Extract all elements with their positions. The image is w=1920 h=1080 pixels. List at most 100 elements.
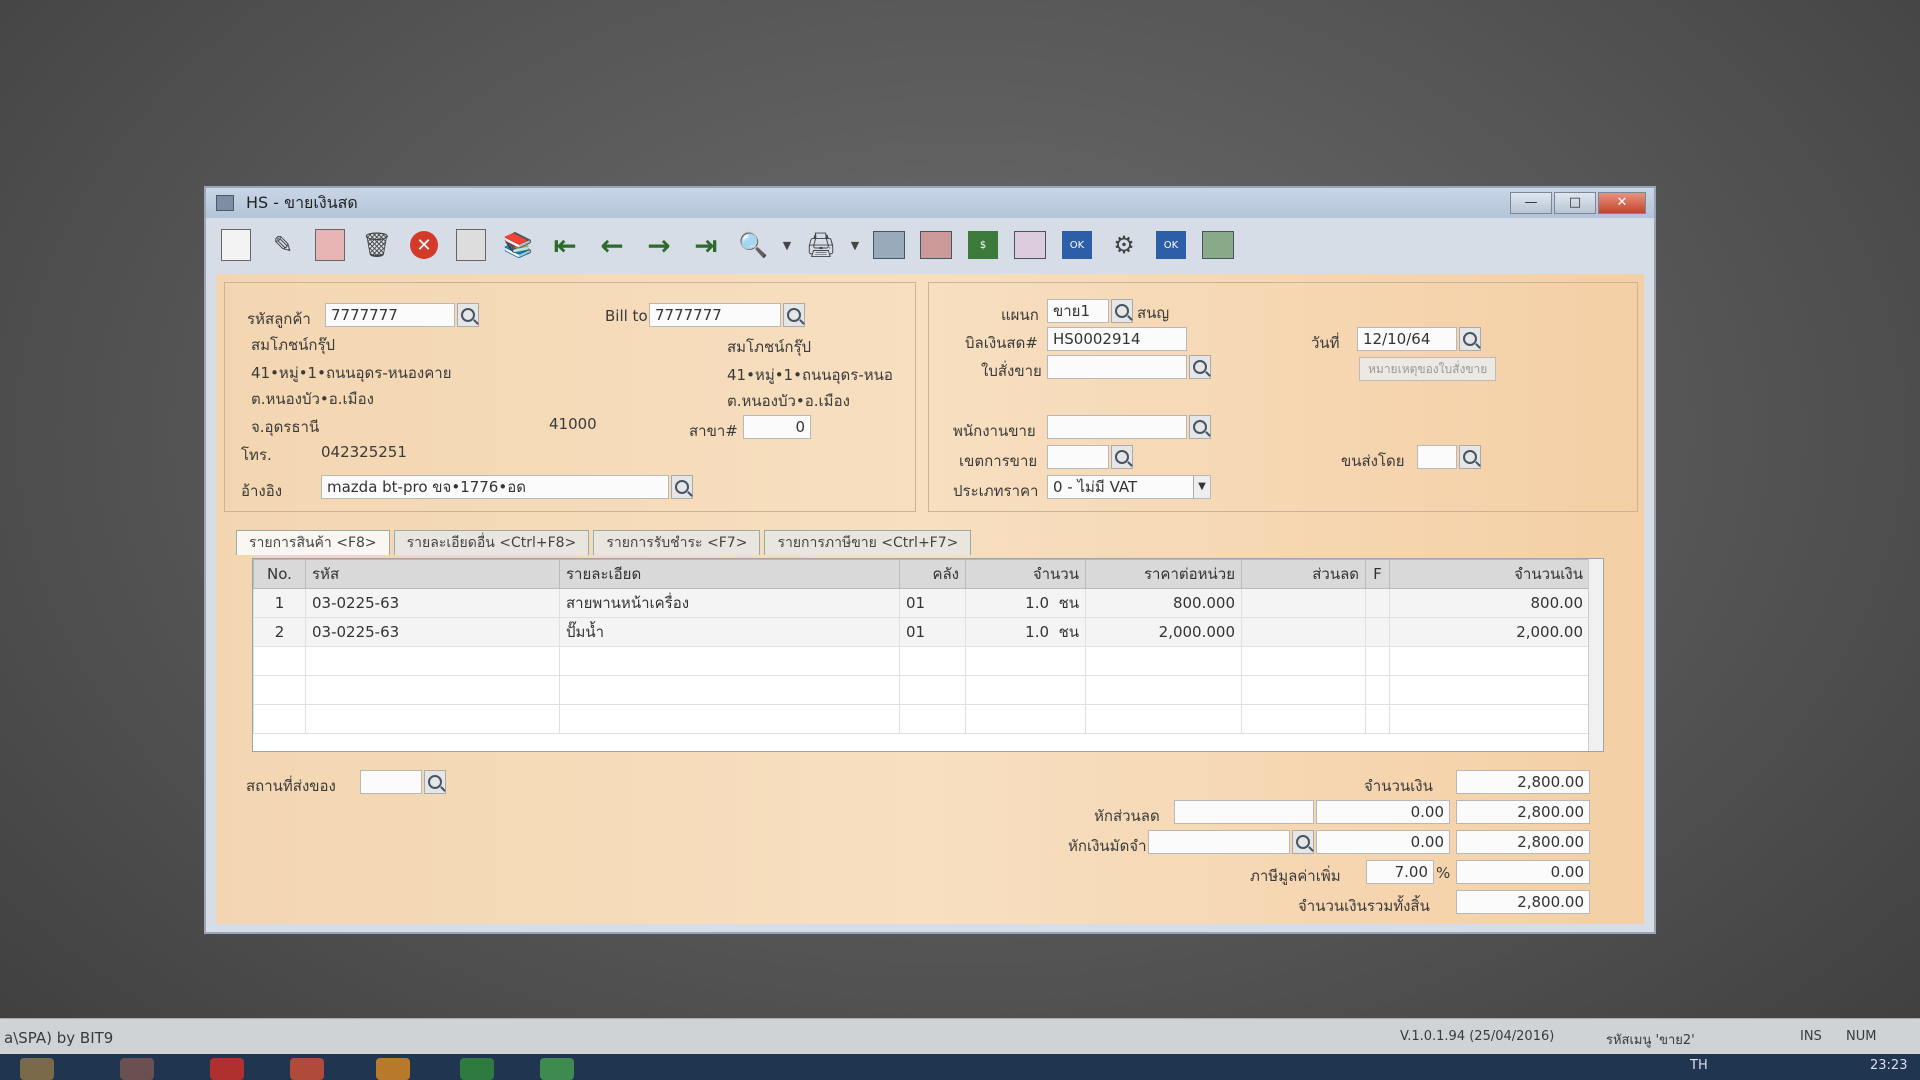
salesman-input[interactable] [1047, 415, 1187, 439]
col-header-quantity[interactable]: จำนวน [965, 559, 1086, 589]
taskbar-clock[interactable]: 23:23 [1870, 1058, 1907, 1073]
grand-total-value: 2,800.00 [1456, 890, 1590, 914]
billto-code-input[interactable]: 7777777 [649, 303, 781, 327]
deposit-input[interactable] [1148, 830, 1290, 854]
trash-icon[interactable]: 🗑 [357, 225, 397, 265]
reference-search-icon[interactable] [671, 475, 693, 499]
after-discount-value: 2,800.00 [1456, 800, 1590, 824]
sales-area-search-icon[interactable] [1111, 445, 1133, 469]
col-header-amount[interactable]: จำนวนเงิน [1389, 559, 1590, 589]
approve-user-icon[interactable]: OK [1057, 225, 1097, 265]
department-input[interactable]: ขาย1 [1047, 299, 1109, 323]
customer-address-line3: จ.อุดรธานี [251, 418, 320, 436]
taskbar-language[interactable]: TH [1690, 1058, 1708, 1073]
print-dropdown-icon[interactable]: ▼ [848, 225, 862, 265]
cancel-icon[interactable]: ✕ [404, 225, 444, 265]
taskbar-app-icon[interactable] [540, 1058, 574, 1080]
col-header-unit-price[interactable]: ราคาต่อหน่วย [1085, 559, 1242, 589]
col-header-description[interactable]: รายละเอียด [559, 559, 900, 589]
grid-header-row: No. รหัส รายละเอียด คลัง จำนวน ราคาต่อหน… [253, 559, 1590, 589]
taskbar-app-icon[interactable] [210, 1058, 244, 1080]
sales-order-note-button[interactable]: หมายเหตุของใบสั่งขาย [1359, 357, 1497, 381]
delivery-place-input[interactable] [360, 770, 422, 794]
last-record-icon[interactable]: ⇥ [686, 225, 726, 265]
void-icon[interactable] [310, 225, 350, 265]
window-title: HS - ขายเงินสด [246, 192, 358, 212]
table-row[interactable]: 2 03-0225-63 ปั๊มน้ำ 01 1.0 ชน 2,000.000… [253, 617, 1590, 647]
empty-row[interactable] [253, 704, 1590, 734]
customer-code-input[interactable]: 7777777 [325, 303, 455, 327]
settings-icon[interactable]: ⚙ [1104, 225, 1144, 265]
col-header-no[interactable]: No. [253, 559, 306, 589]
taskbar-app-icon[interactable] [120, 1058, 154, 1080]
tab-tax[interactable]: รายการภาษีขาย <Ctrl+F7> [764, 530, 972, 555]
col-header-f[interactable]: F [1365, 559, 1390, 589]
discount-input[interactable] [1174, 800, 1314, 824]
maximize-button[interactable]: □ [1554, 192, 1596, 214]
billto-search-icon[interactable] [783, 303, 805, 327]
phone-label: โทร. [241, 446, 272, 464]
salesman-search-icon[interactable] [1189, 415, 1211, 439]
previous-record-icon[interactable]: ← [592, 225, 632, 265]
tab-items[interactable]: รายการสินค้า <F8> [236, 530, 390, 555]
edit-icon[interactable]: ✎ [263, 225, 303, 265]
print-icon[interactable]: 🖨 [801, 225, 841, 265]
billto-address-line1: 41•หมู่•1•ถนนอุดร-หนอ [727, 366, 893, 384]
department-search-icon[interactable] [1111, 299, 1133, 323]
sales-order-search-icon[interactable] [1189, 355, 1211, 379]
reference-input[interactable]: mazda bt-pro ขจ•1776•อด [321, 475, 669, 499]
cell-f [1365, 588, 1390, 618]
books-icon[interactable]: 📚 [498, 225, 538, 265]
tab-details[interactable]: รายละเอียดอื่น <Ctrl+F8> [393, 530, 590, 555]
col-header-warehouse[interactable]: คลัง [899, 559, 966, 589]
calculator-icon[interactable] [1198, 225, 1238, 265]
sales-area-input[interactable] [1047, 445, 1109, 469]
branch-input[interactable]: 0 [743, 415, 811, 439]
cell-description: ปั๊มน้ำ [559, 617, 900, 647]
delivery-search-icon[interactable] [424, 770, 446, 794]
save-icon[interactable] [451, 225, 491, 265]
find-dropdown-icon[interactable]: ▼ [780, 225, 794, 265]
cell-discount [1241, 617, 1366, 647]
sales-order-input[interactable] [1047, 355, 1187, 379]
report-icon[interactable] [869, 225, 909, 265]
taskbar-app-icon[interactable] [460, 1058, 494, 1080]
status-bar: a\SPA) by BIT9 V.1.0.1.94 (25/04/2016) ร… [0, 1018, 1920, 1055]
find-icon[interactable]: 🔍 [733, 225, 773, 265]
shipping-search-icon[interactable] [1459, 445, 1481, 469]
close-button[interactable]: ✕ [1598, 192, 1646, 214]
col-header-code[interactable]: รหัส [305, 559, 560, 589]
table-row[interactable]: 1 03-0225-63 สายพานหน้าเครื่อง 01 1.0 ชน… [253, 588, 1590, 618]
bill-number-input[interactable]: HS0002914 [1047, 327, 1187, 351]
shipping-input[interactable] [1417, 445, 1457, 469]
customer-search-icon[interactable] [457, 303, 479, 327]
taskbar-app-icon[interactable] [290, 1058, 324, 1080]
empty-row[interactable] [253, 675, 1590, 705]
chevron-down-icon[interactable]: ▼ [1193, 476, 1210, 498]
money-icon[interactable]: $ [963, 225, 1003, 265]
col-header-discount[interactable]: ส่วนลด [1241, 559, 1366, 589]
toolbar: ✎ 🗑 ✕ 📚 ⇤ ← → ⇥ 🔍 ▼ 🖨 ▼ $ OK ⚙ OK [216, 222, 1644, 268]
cell-code: 03-0225-63 [305, 588, 560, 618]
ok-icon[interactable]: OK [1151, 225, 1191, 265]
list-icon[interactable] [916, 225, 956, 265]
calendar-icon[interactable] [1010, 225, 1050, 265]
qty-value: 1.0 [1025, 623, 1050, 641]
date-picker-icon[interactable] [1459, 327, 1481, 351]
taskbar-app-icon[interactable] [20, 1058, 54, 1080]
price-type-select[interactable]: 0 - ไม่มี VAT ▼ [1047, 475, 1211, 499]
minimize-button[interactable]: — [1510, 192, 1552, 214]
grid-scrollbar[interactable] [1588, 559, 1603, 751]
empty-row[interactable] [253, 646, 1590, 676]
new-document-icon[interactable] [216, 225, 256, 265]
tab-payments[interactable]: รายการรับชำระ <F7> [593, 530, 761, 555]
department-label: แผนก [1001, 306, 1039, 324]
vat-rate-input[interactable]: 7.00 [1366, 860, 1434, 884]
next-record-icon[interactable]: → [639, 225, 679, 265]
customer-phone: 042325251 [321, 443, 407, 461]
deposit-search-icon[interactable] [1292, 830, 1314, 854]
first-record-icon[interactable]: ⇤ [545, 225, 585, 265]
date-input[interactable]: 12/10/64 [1357, 327, 1457, 351]
taskbar-app-icon[interactable] [376, 1058, 410, 1080]
customer-address-line2: ต.หนองบัว•อ.เมือง [251, 390, 374, 408]
